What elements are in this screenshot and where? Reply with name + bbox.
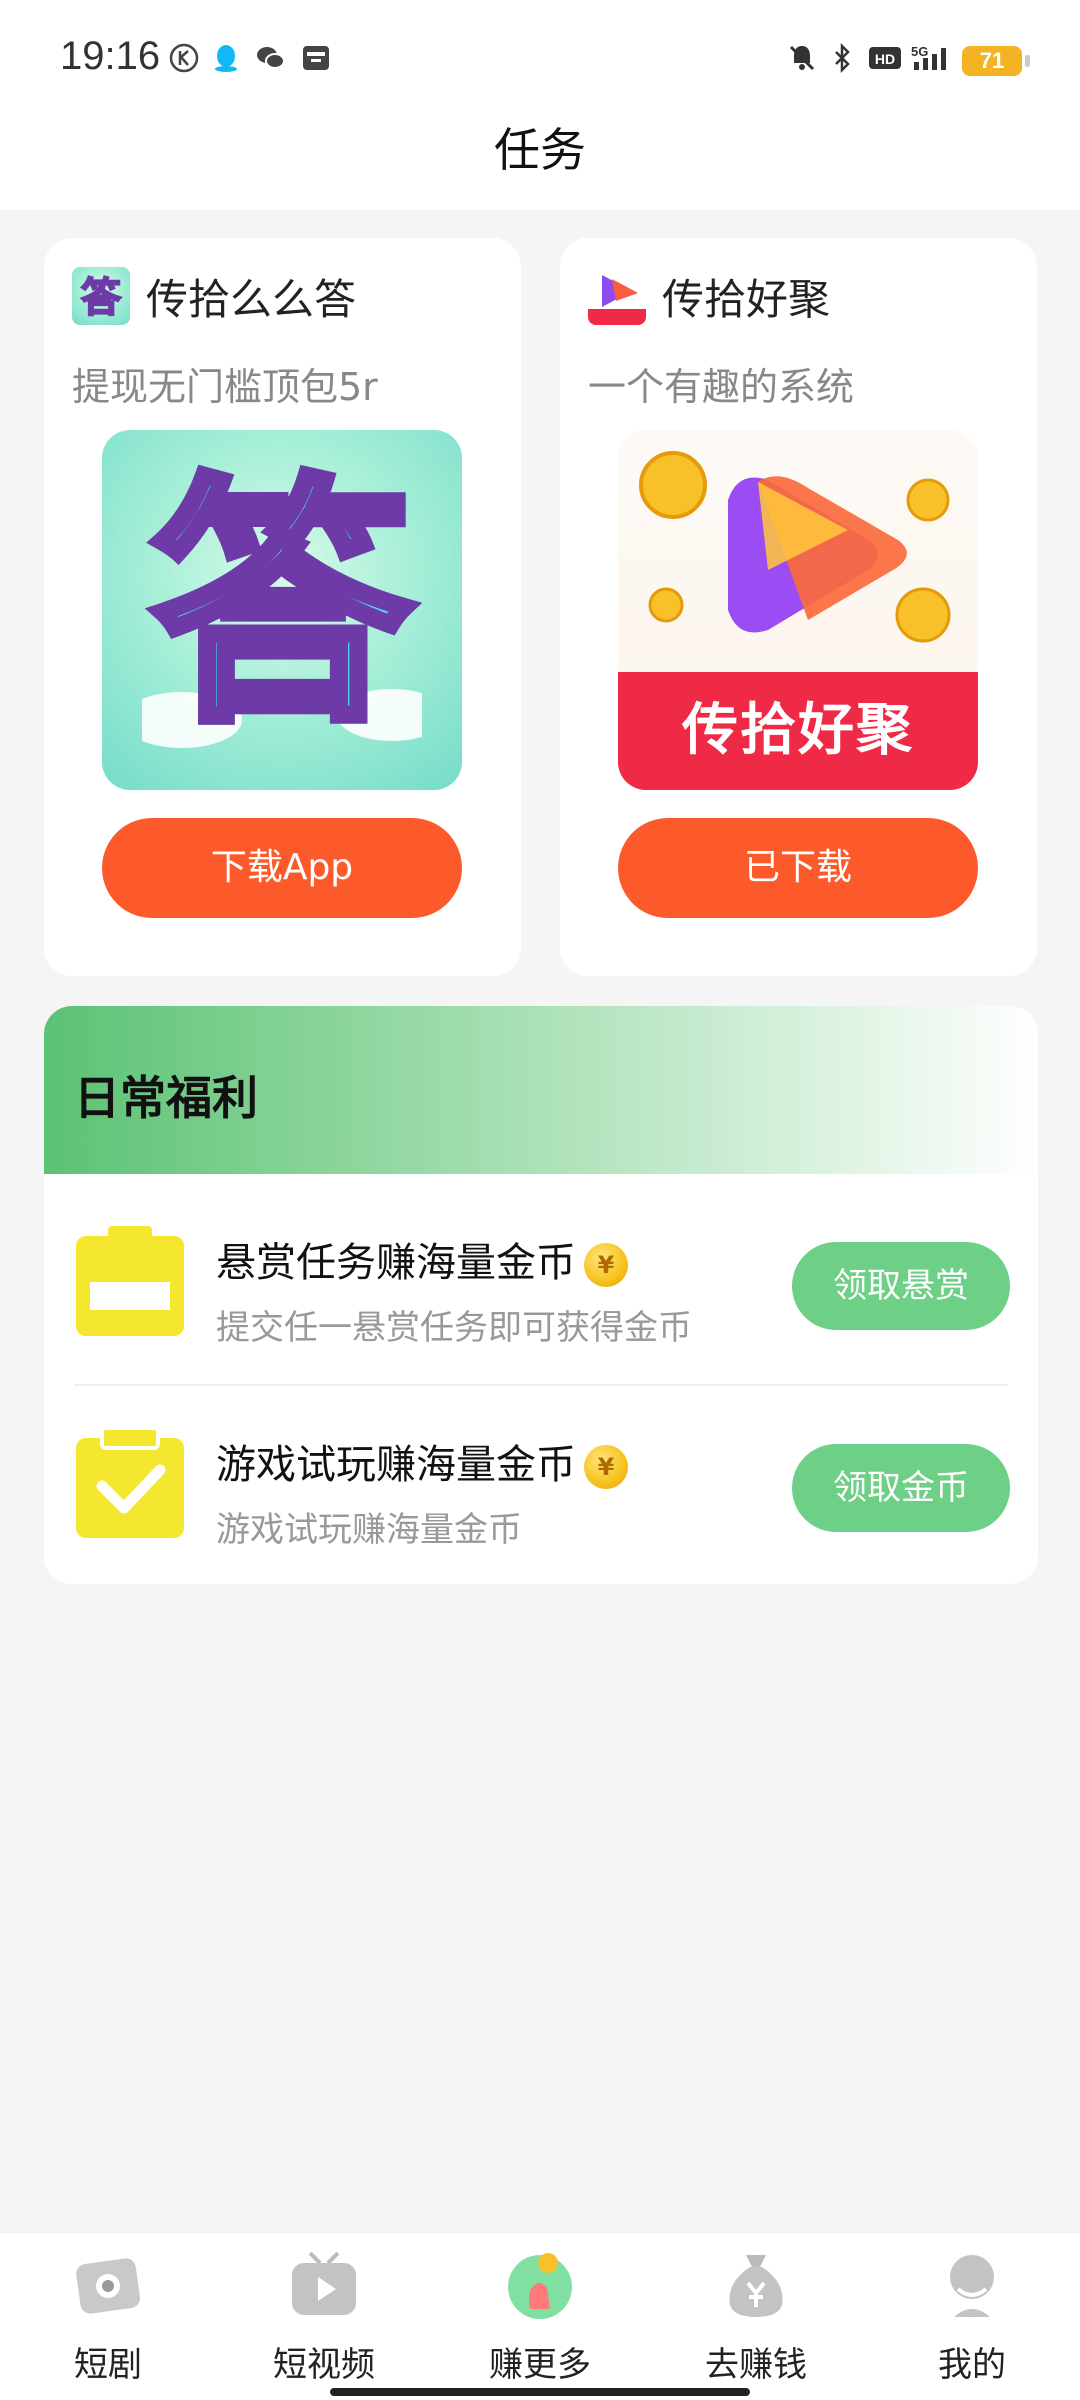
app-description: 提现无门槛顶包5r — [72, 365, 378, 409]
mute-bell-icon — [789, 45, 815, 71]
gather-app-icon — [588, 267, 646, 325]
task-title: 悬赏任务赚海量金币 ¥ — [216, 1230, 628, 1288]
tab-label: 赚更多 — [489, 2345, 591, 2385]
svg-text:答: 答 — [81, 275, 122, 321]
tab-label: 去赚钱 — [705, 2345, 807, 2385]
svg-text:HD: HD — [875, 51, 895, 67]
bottom-tab-bar: 短剧 短视频 赚更多 去赚钱 我的 — [0, 2232, 1080, 2400]
daily-welfare-section: 日常福利 悬赏任务赚海量金币 ¥ 提交任一悬赏任务即可获得金币 领取悬赏 游戏试玩… — [44, 1006, 1038, 1584]
coin-icon: ¥ — [584, 1243, 628, 1287]
earn-more-icon — [508, 2253, 572, 2319]
tab-short-drama[interactable]: 短剧 — [28, 2249, 188, 2386]
qq-icon — [215, 45, 237, 72]
tab-label: 短剧 — [74, 2345, 142, 2385]
tab-short-video[interactable]: 短视频 — [244, 2249, 404, 2386]
top-bar: 任务 — [0, 110, 1080, 210]
tab-earn-more[interactable]: 赚更多 — [460, 2249, 620, 2386]
answer-app-image: 答 — [102, 430, 462, 790]
divider — [74, 1384, 1008, 1386]
app-card-answer[interactable]: 答 传拾么么答 提现无门槛顶包5r 答 下载App — [44, 238, 521, 976]
gather-app-image: 传拾好聚 — [618, 430, 978, 790]
home-indicator[interactable] — [330, 2388, 750, 2396]
tv-play-icon — [292, 2251, 356, 2315]
task-description: 游戏试玩赚海量金币 — [216, 1510, 522, 1550]
short-drama-icon — [76, 2258, 141, 2314]
5g-signal-icon: 5G — [911, 44, 946, 70]
hd-icon: HD — [869, 47, 901, 69]
status-time: 19:16 — [60, 34, 161, 78]
profile-icon — [950, 2255, 994, 2317]
claim-coins-button[interactable]: 领取金币 — [792, 1444, 1010, 1532]
battery-indicator: 71 — [962, 46, 1030, 76]
tab-profile[interactable]: 我的 — [892, 2249, 1052, 2386]
page-title: 任务 — [494, 123, 586, 177]
app-name: 传拾好聚 — [662, 274, 831, 324]
gather-banner-text: 传拾好聚 — [618, 672, 978, 790]
svg-text:5G: 5G — [911, 44, 928, 59]
app-description: 一个有趣的系统 — [588, 365, 855, 409]
svg-text:答: 答 — [152, 460, 416, 750]
welfare-title: 日常福利 — [74, 1071, 258, 1125]
bluetooth-icon — [835, 42, 850, 74]
k-circle-icon — [169, 43, 199, 73]
inbox-icon — [303, 46, 329, 70]
task-description: 提交任一悬赏任务即可获得金币 — [216, 1308, 692, 1348]
task-title: 游戏试玩赚海量金币 ¥ — [216, 1432, 628, 1490]
tab-go-earn[interactable]: 去赚钱 — [676, 2249, 836, 2386]
answer-app-icon: 答 — [72, 267, 130, 325]
downloaded-button[interactable]: 已下载 — [618, 818, 978, 918]
claim-bounty-button[interactable]: 领取悬赏 — [792, 1242, 1010, 1330]
coin-icon: ¥ — [584, 1445, 628, 1489]
tab-label: 我的 — [938, 2345, 1006, 2385]
welfare-header: 日常福利 — [44, 1006, 1038, 1174]
download-app-button[interactable]: 下载App — [102, 818, 462, 918]
clipboard-icon — [76, 1226, 184, 1336]
app-card-gather[interactable]: 传拾好聚 一个有趣的系统 传拾好聚 已下载 — [560, 238, 1037, 976]
money-bag-icon — [729, 2255, 783, 2317]
app-name: 传拾么么答 — [146, 274, 357, 324]
status-bar: 19:16 HD 5G 71 — [0, 0, 1080, 110]
task-row-game[interactable]: 游戏试玩赚海量金币 ¥ 游戏试玩赚海量金币 领取金币 — [44, 1388, 1038, 1584]
app-header: 传拾好聚 — [588, 266, 830, 326]
tab-label: 短视频 — [273, 2345, 375, 2385]
clipboard-check-icon — [76, 1426, 184, 1538]
task-row-bounty[interactable]: 悬赏任务赚海量金币 ¥ 提交任一悬赏任务即可获得金币 领取悬赏 — [44, 1186, 1038, 1386]
wechat-icon — [257, 47, 285, 69]
app-header: 答 传拾么么答 — [72, 266, 356, 326]
